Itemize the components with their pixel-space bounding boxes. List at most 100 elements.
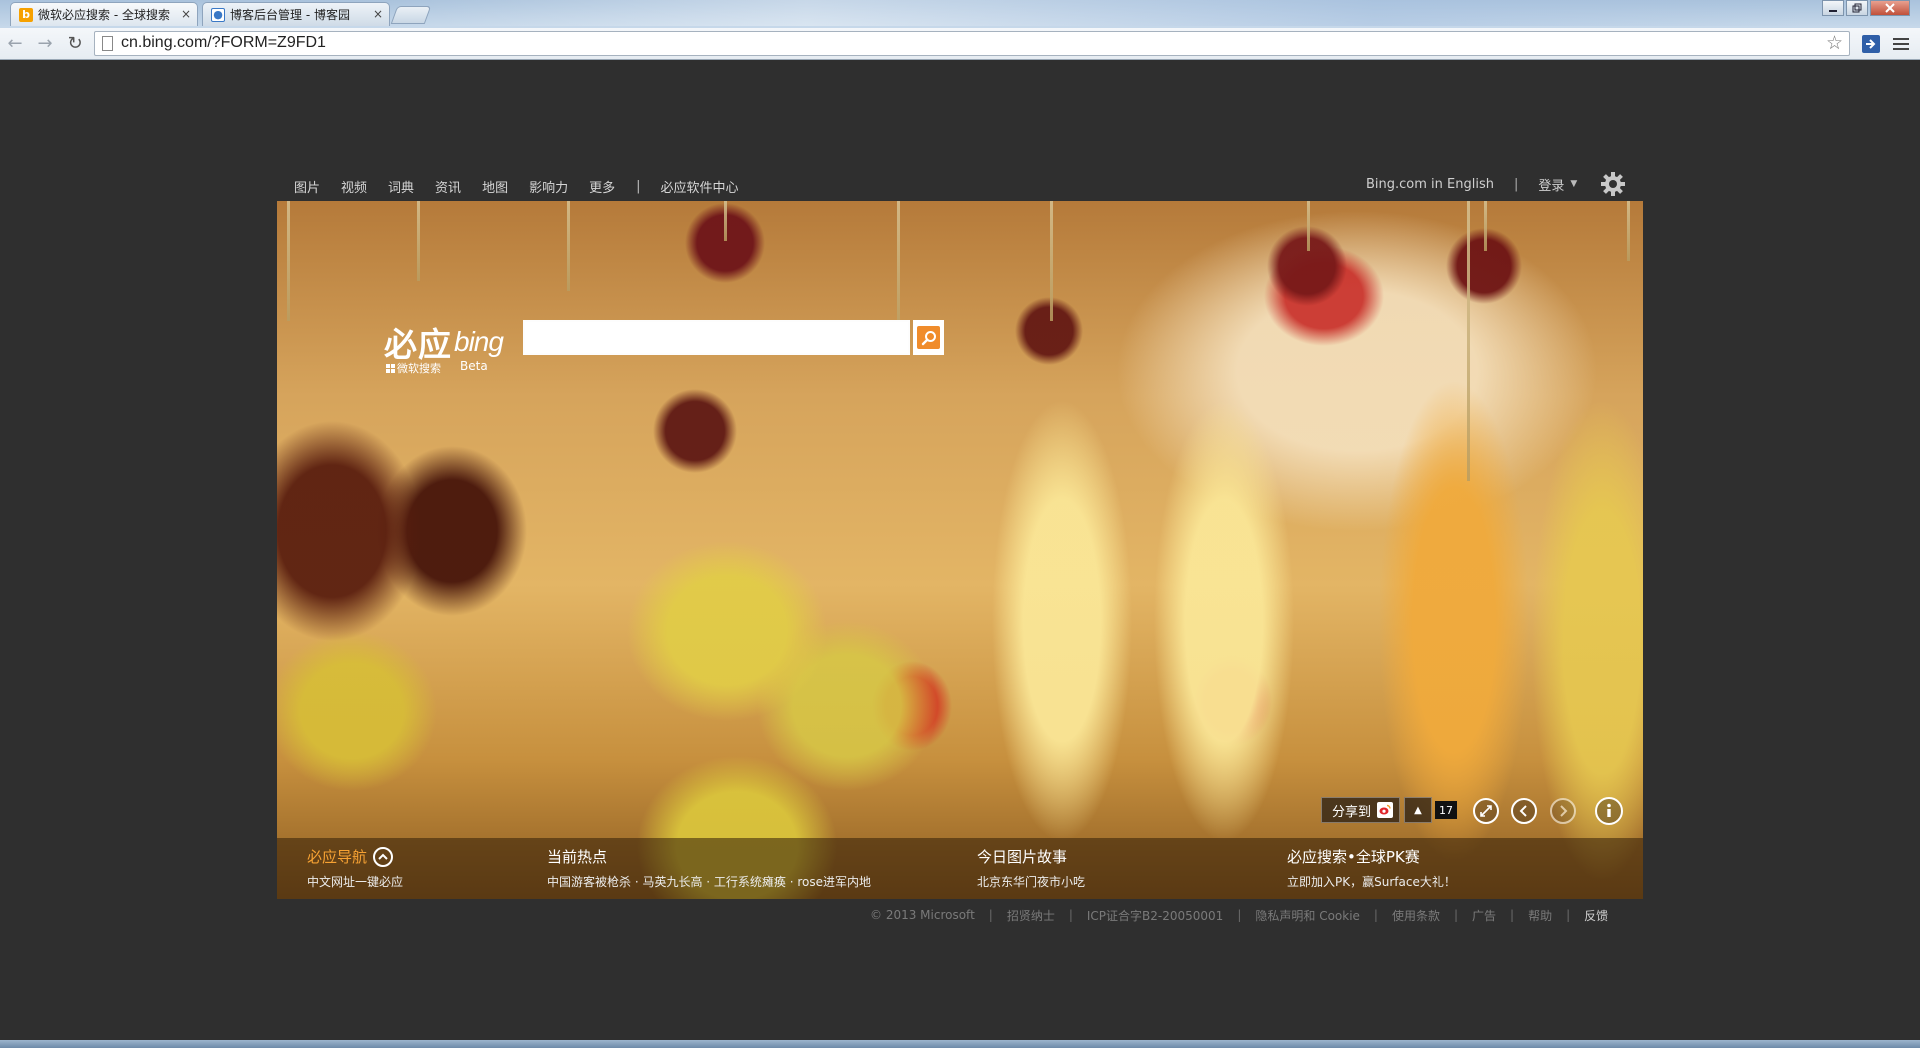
tab-close-icon[interactable]: ×: [373, 7, 383, 21]
address-bar[interactable]: cn.bing.com/?FORM=Z9FD1 ☆: [94, 31, 1850, 56]
skewer: [417, 201, 420, 281]
nav-images[interactable]: 图片: [294, 177, 320, 196]
restore-button[interactable]: [1846, 0, 1868, 16]
skewer: [1307, 201, 1310, 251]
share-button[interactable]: 分享到: [1321, 797, 1401, 823]
image-story-title: 今日图片故事: [977, 848, 1068, 866]
skewer: [1467, 201, 1470, 481]
bing-nav-subtitle: 中文网址一键必应: [307, 875, 404, 889]
bing-nav-title: 必应导航: [307, 848, 368, 866]
chevron-left-icon: [1519, 805, 1527, 817]
footer-careers-link[interactable]: 招贤纳士: [1007, 907, 1055, 924]
tab-close-icon[interactable]: ×: [181, 7, 191, 21]
footer-separator: |: [1373, 908, 1378, 922]
login-link[interactable]: 登录: [1538, 175, 1564, 194]
back-button[interactable]: ←: [4, 32, 26, 54]
footer-feedback-link[interactable]: 反馈: [1584, 907, 1608, 924]
triangle-up-icon: ▲: [1414, 804, 1422, 816]
logo-company-text: 微软搜索: [397, 362, 441, 375]
info-icon: [1607, 803, 1611, 817]
nav-influence[interactable]: 影响力: [529, 177, 568, 196]
extension-button[interactable]: [1861, 34, 1881, 54]
windows-logo-icon: [386, 364, 395, 373]
new-tab-button[interactable]: [390, 6, 432, 24]
share-expand-button[interactable]: ▲: [1404, 797, 1433, 823]
nav-more[interactable]: 更多: [589, 177, 615, 196]
bing-nav-panel[interactable]: 必应导航 中文网址一键必应: [307, 846, 403, 890]
extension-arrow-icon: [1862, 35, 1880, 53]
browser-chrome: b 微软必应搜索 - 全球搜索 × ● 博客后台管理 - 博客园 × ← → ↻…: [0, 0, 1920, 60]
skewer: [567, 201, 570, 291]
chevron-up-icon[interactable]: [373, 846, 394, 867]
image-story-panel[interactable]: 今日图片故事 北京东华门夜市小吃: [977, 846, 1085, 890]
pk-contest-subtitle[interactable]: 立即加入PK，赢Surface大礼！: [1287, 873, 1456, 890]
next-image-button[interactable]: [1550, 798, 1576, 824]
search-icon: [921, 330, 936, 345]
footer-copyright: © 2013 Microsoft: [870, 908, 975, 922]
previous-image-button[interactable]: [1511, 798, 1537, 824]
logo-bing: bing: [454, 326, 504, 357]
skewer: [1484, 201, 1487, 251]
reload-icon: ↻: [67, 32, 83, 54]
footer-separator: |: [1510, 908, 1515, 922]
bing-logo[interactable]: 必应 bing 微软搜索 Beta: [384, 318, 514, 378]
reload-button[interactable]: ↻: [64, 32, 86, 54]
pk-contest-title: 必应搜索•全球PK赛: [1287, 848, 1420, 866]
hot-topics-links[interactable]: 中国游客被枪杀 · 马英九长高 · 工行系统瘫痪 · rose进军内地: [547, 873, 871, 890]
skewer: [287, 201, 290, 321]
nav-separator: |: [636, 178, 641, 194]
tab-cnblogs[interactable]: ● 博客后台管理 - 博客园 ×: [202, 2, 390, 26]
close-icon: [1885, 3, 1895, 13]
tab-title: 博客后台管理 - 博客园: [230, 8, 350, 22]
os-taskbar: [0, 1040, 1920, 1048]
pk-contest-panel[interactable]: 必应搜索•全球PK赛 立即加入PK，赢Surface大礼！: [1287, 846, 1456, 890]
tab-bing[interactable]: b 微软必应搜索 - 全球搜索 ×: [10, 2, 198, 26]
footer-privacy-link[interactable]: 隐私声明和 Cookie: [1255, 907, 1360, 924]
settings-button[interactable]: [1600, 171, 1626, 197]
chevron-down-icon[interactable]: ▼: [1570, 179, 1577, 189]
search-button[interactable]: [913, 320, 944, 355]
hot-topics-title: 当前热点: [547, 848, 608, 866]
footer-terms-link[interactable]: 使用条款: [1392, 907, 1440, 924]
minimize-button[interactable]: [1822, 0, 1844, 16]
share-control: 分享到 ▲ 17: [1321, 797, 1458, 823]
weibo-icon: [1377, 802, 1394, 818]
url-text: cn.bing.com/?FORM=Z9FD1: [121, 34, 326, 51]
forward-button[interactable]: →: [34, 32, 56, 54]
image-story-subtitle[interactable]: 北京东华门夜市小吃: [977, 873, 1085, 890]
browser-toolbar: ← → ↻ cn.bing.com/?FORM=Z9FD1 ☆: [0, 28, 1920, 60]
footer-separator: |: [1068, 908, 1073, 922]
gear-icon: [1601, 172, 1625, 196]
titlebar-background: [380, 0, 1800, 26]
english-link[interactable]: Bing.com in English: [1366, 177, 1494, 192]
menu-button[interactable]: [1891, 34, 1911, 54]
account-separator: |: [1513, 176, 1519, 192]
logo-beta: Beta: [460, 359, 488, 373]
footer: © 2013 Microsoft | 招贤纳士 | ICP证合字B2-20050…: [870, 906, 1608, 924]
bing-favicon-icon: b: [19, 7, 33, 22]
nav-dictionary[interactable]: 词典: [388, 177, 414, 196]
nav-software-center[interactable]: 必应软件中心: [661, 177, 739, 196]
footer-separator: |: [988, 908, 993, 922]
skewer: [1627, 201, 1630, 261]
nav-videos[interactable]: 视频: [341, 177, 367, 196]
cnblogs-favicon-icon: ●: [211, 7, 225, 22]
image-info-button[interactable]: [1595, 797, 1623, 825]
minimize-icon: [1829, 10, 1837, 12]
footer-separator: |: [1237, 908, 1242, 922]
footer-help-link[interactable]: 帮助: [1528, 907, 1552, 924]
logo-company: 微软搜索: [386, 360, 441, 376]
bookmark-star-icon[interactable]: ☆: [1826, 32, 1843, 55]
background-photo: [277, 201, 1643, 899]
close-button[interactable]: [1870, 0, 1910, 16]
footer-icp-link[interactable]: ICP证合字B2-20050001: [1087, 907, 1223, 924]
back-arrow-icon: ←: [7, 32, 23, 54]
logo-chinese: 必应: [384, 325, 452, 364]
fullscreen-button[interactable]: [1473, 798, 1499, 824]
hot-topics-panel[interactable]: 当前热点 中国游客被枪杀 · 马英九长高 · 工行系统瘫痪 · rose进军内地: [547, 846, 871, 890]
footer-ads-link[interactable]: 广告: [1472, 907, 1496, 924]
nav-news[interactable]: 资讯: [435, 177, 461, 196]
forward-arrow-icon: →: [37, 32, 53, 54]
search-input[interactable]: [523, 320, 910, 355]
nav-maps[interactable]: 地图: [482, 177, 508, 196]
